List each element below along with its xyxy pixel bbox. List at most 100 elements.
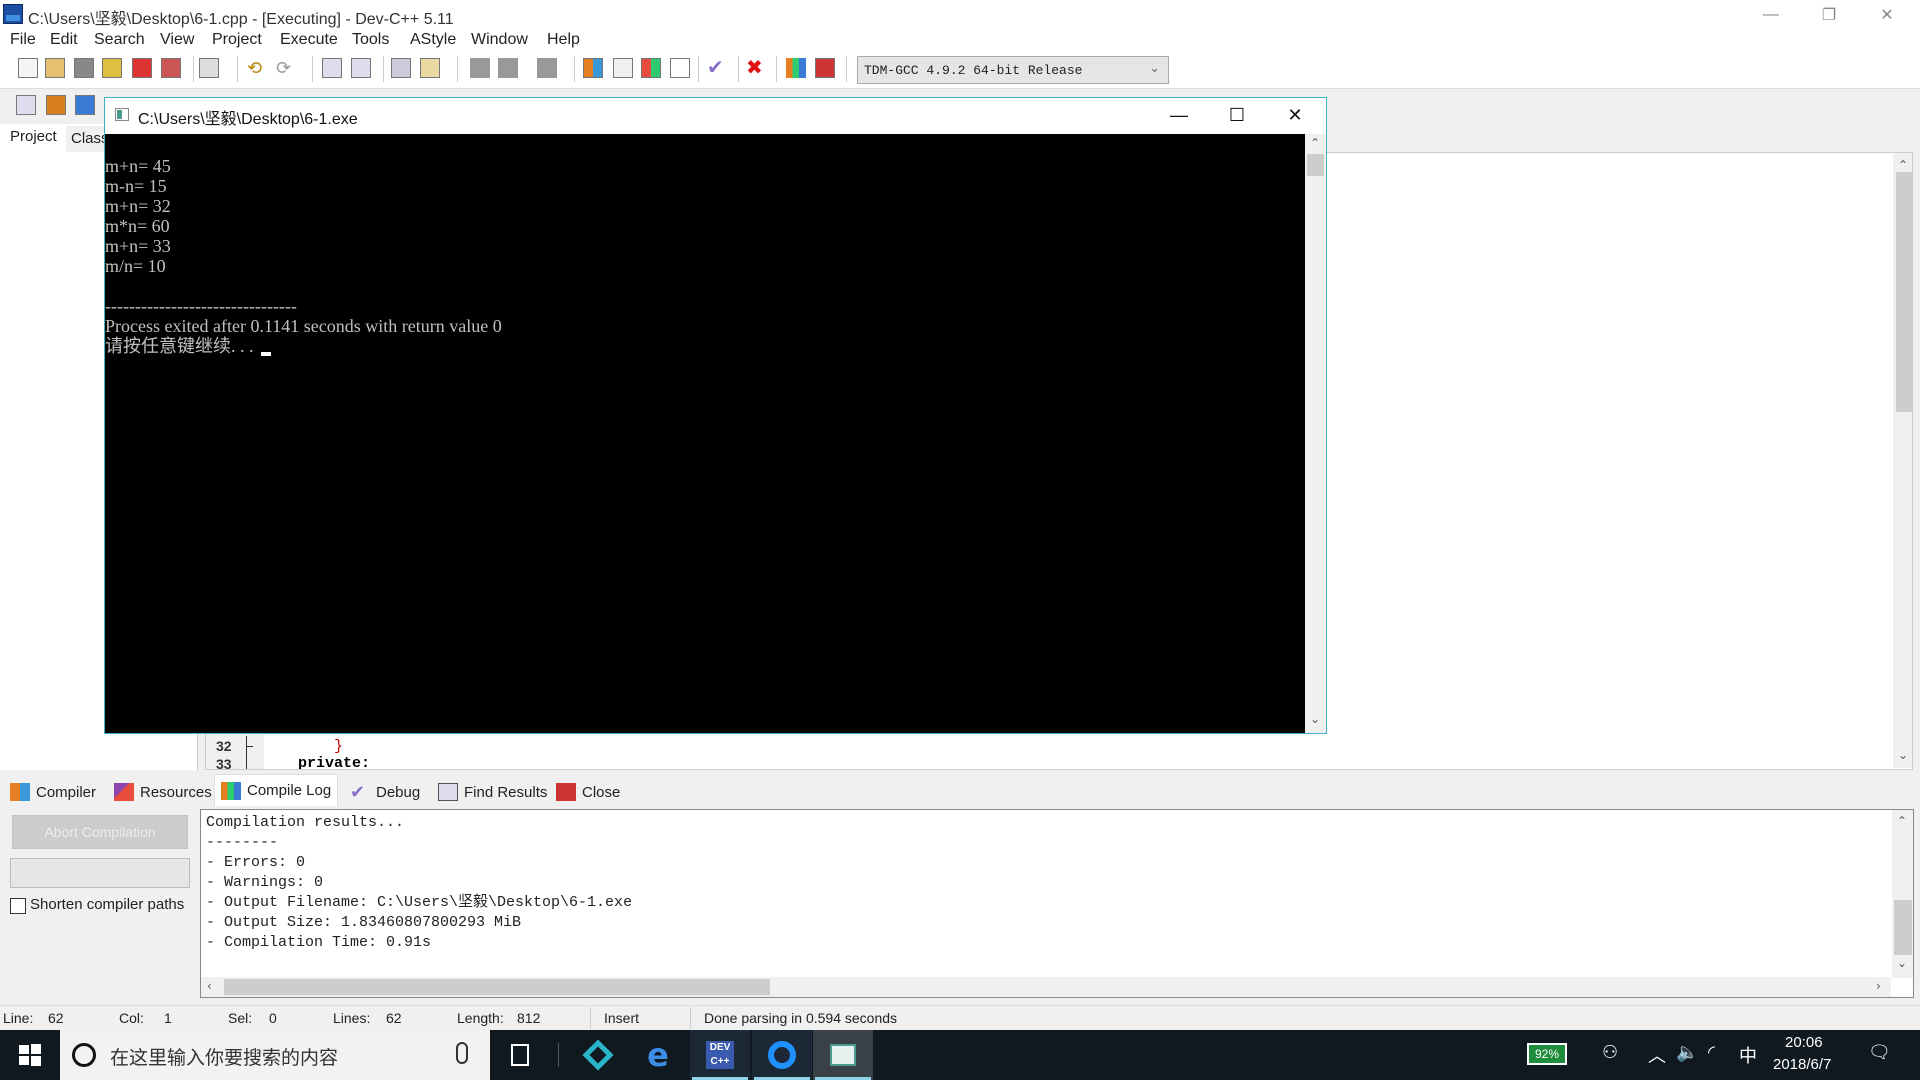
- tab-label: Close: [582, 783, 621, 801]
- menu-file[interactable]: File: [10, 31, 36, 49]
- menu-project[interactable]: Project: [212, 31, 262, 49]
- redo-icon[interactable]: ⟳: [276, 58, 296, 78]
- class-browser-icon[interactable]: [16, 95, 36, 115]
- replace-icon[interactable]: [351, 58, 371, 78]
- save-icon[interactable]: [74, 58, 94, 78]
- menu-astyle[interactable]: AStyle: [410, 31, 456, 49]
- new-file-icon[interactable]: [18, 58, 38, 78]
- menu-window[interactable]: Window: [471, 31, 528, 49]
- chart-icon[interactable]: [786, 58, 806, 78]
- status-separator: [690, 1007, 691, 1029]
- console-line: m+n= 45: [105, 156, 171, 176]
- log-vertical-thumb[interactable]: [1894, 900, 1912, 955]
- abort-compilation-button[interactable]: Abort Compilation: [12, 815, 188, 849]
- ime-indicator[interactable]: 中: [1739, 1042, 1757, 1068]
- menu-help[interactable]: Help: [547, 31, 580, 49]
- status-separator: [590, 1007, 591, 1029]
- tab-label: Find Results: [464, 783, 548, 801]
- close-all-icon[interactable]: [161, 58, 181, 78]
- menu-edit[interactable]: Edit: [50, 31, 78, 49]
- color-grid-icon[interactable]: [641, 58, 661, 78]
- menu-tools[interactable]: Tools: [352, 31, 389, 49]
- microphone-icon[interactable]: [456, 1042, 468, 1064]
- restore-button[interactable]: ❐: [1806, 0, 1852, 30]
- editor-scroll-thumb[interactable]: [1896, 172, 1912, 412]
- indent-icon[interactable]: [391, 58, 411, 78]
- scroll-up-icon[interactable]: ⌃: [1898, 158, 1908, 172]
- tab-compile-log[interactable]: Compile Log: [214, 774, 339, 806]
- goto-forward-icon[interactable]: [498, 58, 518, 78]
- taskbar-app-console[interactable]: [813, 1030, 873, 1080]
- action-center-icon[interactable]: 🗨: [1868, 1042, 1891, 1063]
- debug-stop-icon[interactable]: [815, 58, 835, 78]
- menu-view[interactable]: View: [160, 31, 194, 49]
- scroll-left-icon[interactable]: ‹: [207, 979, 212, 993]
- status-lines-value: 62: [386, 1010, 402, 1026]
- clock-time[interactable]: 20:06: [1785, 1034, 1823, 1051]
- menu-search[interactable]: Search: [94, 31, 145, 49]
- people-icon[interactable]: ⚇: [1602, 1042, 1618, 1063]
- tab-project[interactable]: Project: [2, 124, 65, 151]
- taskbar-app-qq-browser[interactable]: [752, 1030, 812, 1080]
- compile-grid-icon[interactable]: [583, 58, 603, 78]
- print-icon[interactable]: [199, 58, 219, 78]
- volume-icon[interactable]: 🔈: [1676, 1042, 1698, 1063]
- find-icon[interactable]: [322, 58, 342, 78]
- undo-icon[interactable]: ⟲: [247, 58, 267, 78]
- tab-close[interactable]: Close: [550, 778, 626, 806]
- tab-label: Debug: [376, 783, 421, 801]
- window-icon[interactable]: [613, 58, 633, 78]
- tab-debug[interactable]: ✔ Debug: [344, 778, 426, 806]
- remove-from-project-icon[interactable]: [75, 95, 95, 115]
- console-vertical-scrollbar[interactable]: [1305, 134, 1326, 733]
- scroll-down-icon[interactable]: ⌄: [1898, 748, 1908, 762]
- check-syntax-icon[interactable]: ✔: [707, 58, 727, 78]
- console-output[interactable]: m+n= 45 m-n= 15 m+n= 32 m*n= 60 m+n= 33 m/n= …: [105, 134, 1305, 733]
- taskbar-app-devcpp[interactable]: DEV C++: [690, 1030, 750, 1080]
- tile-icon[interactable]: [670, 58, 690, 78]
- console-minimize-button[interactable]: —: [1150, 98, 1208, 132]
- cortana-icon: [72, 1043, 96, 1067]
- menu-execute[interactable]: Execute: [280, 31, 338, 49]
- tab-find-results[interactable]: Find Results: [432, 778, 553, 806]
- compiler-select[interactable]: TDM-GCC 4.9.2 64-bit Release ⌄: [857, 56, 1169, 84]
- scroll-up-icon[interactable]: ⌃: [1310, 136, 1320, 150]
- minimize-button[interactable]: —: [1748, 0, 1794, 30]
- devcpp-app-icon: [3, 4, 23, 24]
- console-close-button[interactable]: ✕: [1266, 98, 1324, 132]
- battery-indicator[interactable]: 92%: [1527, 1043, 1567, 1065]
- taskbar-app-edge[interactable]: e: [628, 1030, 688, 1080]
- scroll-up-icon[interactable]: ⌃: [1897, 814, 1907, 828]
- clock-date[interactable]: 2018/6/7: [1773, 1056, 1831, 1073]
- open-project-icon[interactable]: [45, 58, 65, 78]
- start-button[interactable]: [0, 1030, 60, 1080]
- console-scroll-thumb[interactable]: [1307, 154, 1324, 176]
- qq-browser-icon: [768, 1041, 796, 1069]
- save-all-icon[interactable]: [102, 58, 122, 78]
- log-line: - Output Filename: C:\Users\坚毅\Desktop\6…: [206, 894, 633, 911]
- stop-execution-icon[interactable]: ✖: [746, 58, 766, 78]
- scroll-down-icon[interactable]: ⌄: [1310, 712, 1320, 726]
- add-to-project-icon[interactable]: [46, 95, 66, 115]
- console-maximize-button[interactable]: ☐: [1208, 98, 1266, 132]
- shorten-paths-checkbox[interactable]: [10, 898, 26, 914]
- unindent-icon[interactable]: [420, 58, 440, 78]
- close-button[interactable]: ✕: [1864, 0, 1910, 30]
- goto-back-icon[interactable]: [470, 58, 490, 78]
- close-file-icon[interactable]: [132, 58, 152, 78]
- wifi-icon[interactable]: ◜: [1708, 1042, 1715, 1063]
- scroll-right-icon[interactable]: ›: [1876, 979, 1881, 993]
- tab-classes[interactable]: Classes: [66, 126, 106, 152]
- tab-compiler[interactable]: Compiler: [4, 778, 102, 806]
- task-view-button[interactable]: [490, 1030, 550, 1080]
- tab-resources[interactable]: Resources: [108, 778, 218, 806]
- text-cursor: [261, 352, 271, 356]
- log-horizontal-thumb[interactable]: [224, 979, 770, 995]
- taskbar-app-diamond[interactable]: [568, 1030, 628, 1080]
- bookmark-icon[interactable]: [537, 58, 557, 78]
- window-title: C:\Users\坚毅\Desktop\6-1.cpp - [Executing…: [28, 11, 454, 28]
- devcpp-icon: DEV C++: [706, 1041, 734, 1069]
- scroll-down-icon[interactable]: ⌄: [1897, 956, 1907, 970]
- status-mode: Insert: [604, 1010, 640, 1026]
- show-hidden-icons-icon[interactable]: ︿: [1648, 1042, 1666, 1068]
